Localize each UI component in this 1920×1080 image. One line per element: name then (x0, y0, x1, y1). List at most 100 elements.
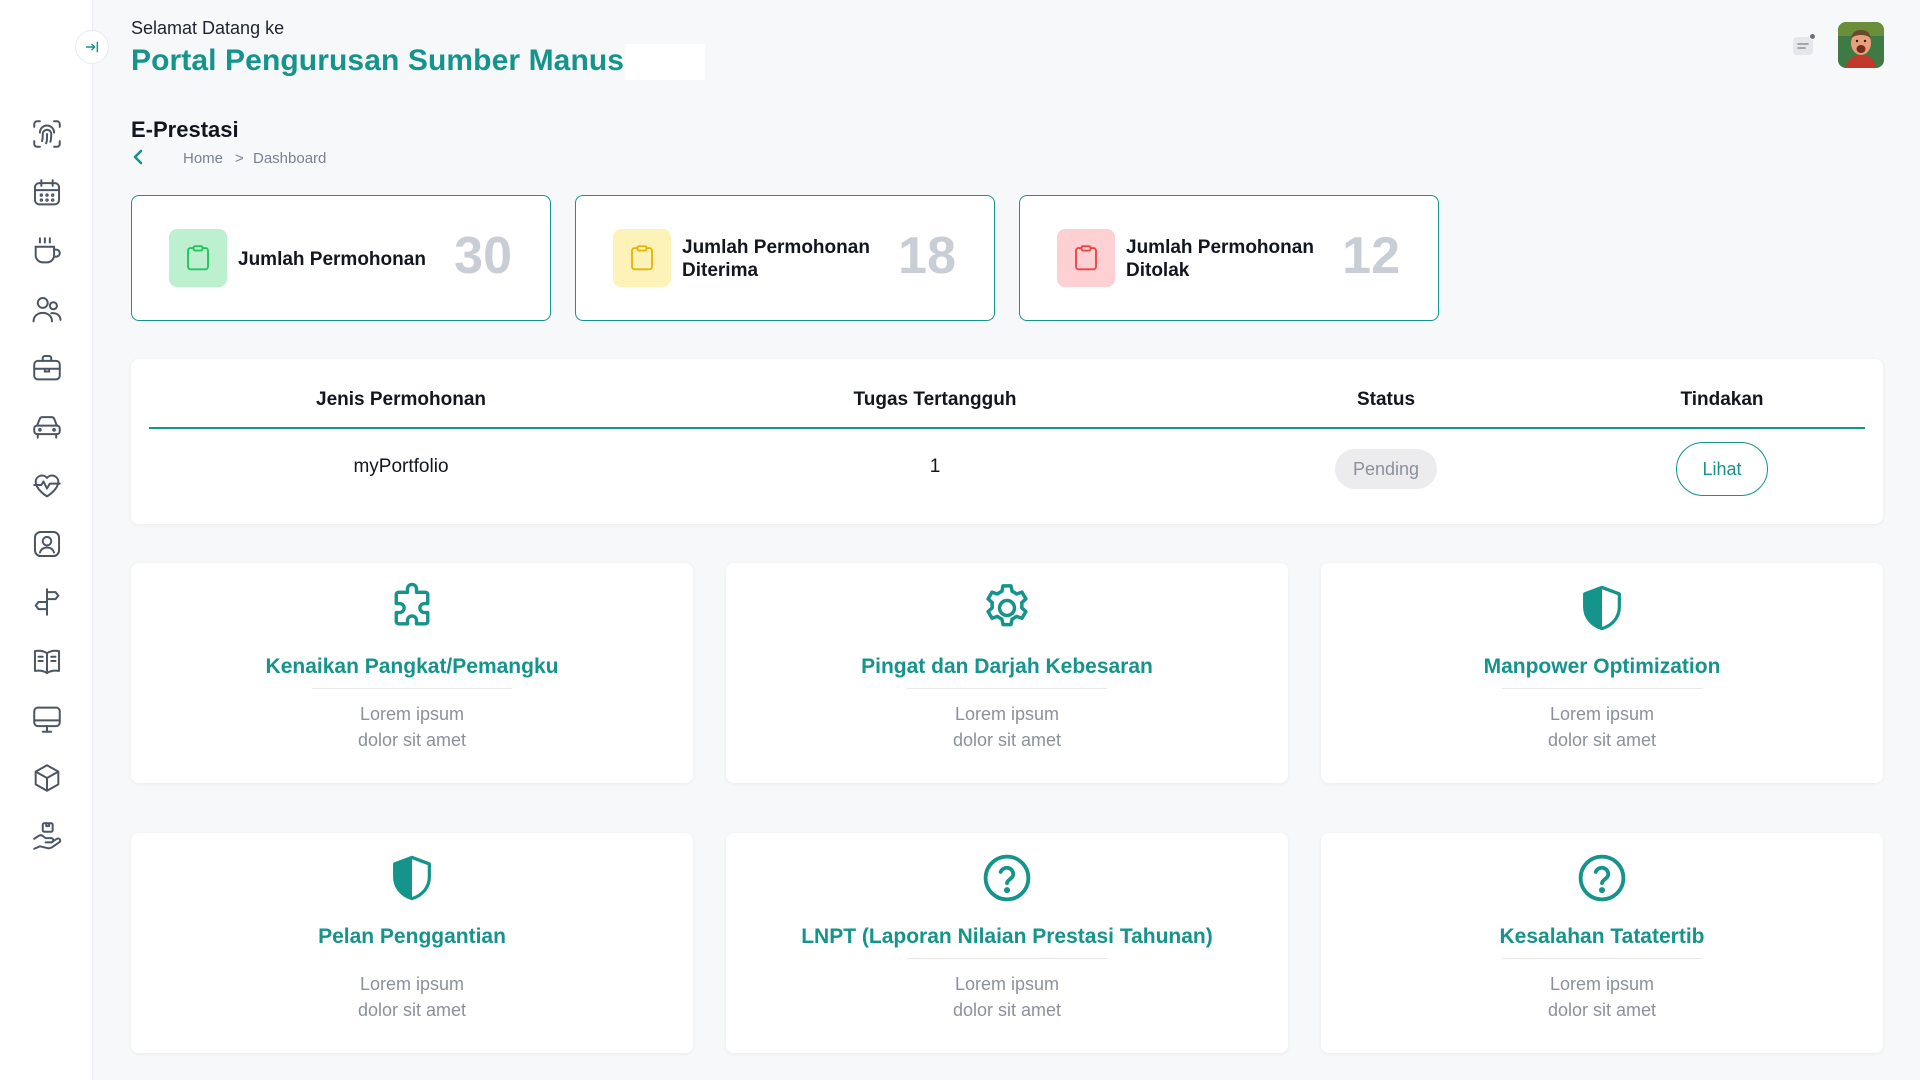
open-book-icon (33, 649, 60, 674)
cell-jenis: myPortfolio (353, 456, 449, 477)
stat-card-total: Jumlah Permohonan 30 (131, 195, 551, 321)
lihat-button[interactable]: Lihat (1676, 442, 1768, 496)
status-badge: Pending (1335, 449, 1437, 489)
module-title: Kenaikan Pangkat/Pemangku (265, 655, 559, 678)
sidebar-toggle-button[interactable] (75, 30, 109, 64)
table-divider (149, 427, 1865, 429)
arrow-right-to-line-icon (85, 41, 99, 53)
stat-label-rejected: Jumlah Permohonan Ditolak (1126, 237, 1314, 281)
module-desc-line1: Lorem ipsum (359, 974, 465, 994)
module-card-kenaikan-pangkat[interactable]: Kenaikan Pangkat/Pemangku Lorem ipsum do… (131, 563, 693, 783)
monitor-icon (32, 706, 61, 733)
sidebar-item-calendar[interactable] (0, 164, 93, 223)
module-icon-wrapper (382, 578, 442, 638)
stat-value-rejected: 12 (1342, 227, 1400, 285)
module-desc-line1: Lorem ipsum (954, 704, 1060, 724)
module-divider (907, 958, 1107, 959)
module-card-pelan-penggantian[interactable]: Pelan Penggantian Lorem ipsum dolor sit … (131, 833, 693, 1053)
id-badge-icon (33, 530, 60, 557)
breadcrumb-home[interactable]: Home (183, 150, 223, 167)
module-desc-line2: dolor sit amet (357, 730, 467, 750)
module-icon-wrapper (1572, 578, 1632, 638)
shield-icon (393, 855, 431, 901)
breadcrumb-current: Dashboard (253, 150, 327, 167)
module-desc-line2: dolor sit amet (357, 1000, 467, 1020)
module-description: Lorem ipsum dolor sit amet (726, 701, 1288, 753)
column-header-tindakan: Tindakan (1680, 389, 1764, 410)
stat-value-total: 30 (454, 227, 512, 285)
sidebar-item-attendance[interactable] (0, 105, 93, 164)
calendar-icon (33, 179, 60, 206)
module-card-manpower[interactable]: Manpower Optimization Lorem ipsum dolor … (1321, 563, 1883, 783)
module-description: Lorem ipsum dolor sit amet (1321, 971, 1883, 1023)
stat-value-accepted: 18 (898, 227, 956, 285)
puzzle-icon (394, 582, 430, 626)
sidebar-item-assets[interactable] (0, 749, 93, 808)
sidebar-item-profile[interactable] (0, 515, 93, 574)
module-description: Lorem ipsum dolor sit amet (1321, 701, 1883, 753)
sidebar-item-work[interactable] (0, 339, 93, 398)
notification-button[interactable] (1792, 33, 1816, 57)
module-card-kesalahan-tatatertib[interactable]: Kesalahan Tatatertib Lorem ipsum dolor s… (1321, 833, 1883, 1053)
question-circle-icon (1578, 854, 1626, 902)
stat-label-accepted: Jumlah Permohonan Diterima (682, 237, 870, 281)
sidebar-item-staff[interactable] (0, 281, 93, 340)
clipboard-icon (1075, 245, 1097, 271)
header-blank-area (625, 44, 705, 80)
car-icon (32, 415, 61, 439)
module-desc-line1: Lorem ipsum (1549, 974, 1655, 994)
breadcrumb-separator: > (235, 150, 244, 167)
sidebar-item-system[interactable] (0, 690, 93, 749)
module-divider (907, 688, 1107, 689)
module-description: Lorem ipsum dolor sit amet (131, 701, 693, 753)
gear-icon (986, 584, 1028, 627)
sidebar-item-health[interactable] (0, 456, 93, 515)
heart-pulse-icon (32, 474, 61, 498)
module-desc-line1: Lorem ipsum (954, 974, 1060, 994)
stat-label-total: Jumlah Permohonan (238, 249, 426, 270)
module-title: Manpower Optimization (1483, 655, 1721, 678)
cube-icon (34, 764, 59, 792)
module-divider (1502, 958, 1702, 959)
module-icon-wrapper (1572, 848, 1632, 908)
portal-title: Portal Pengurusan Sumber Manusia (131, 44, 650, 77)
signpost-icon (34, 588, 59, 616)
sidebar-item-career[interactable] (0, 573, 93, 632)
stat-card-rejected: Jumlah Permohonan Ditolak 12 (1019, 195, 1439, 321)
sidebar-item-leave[interactable] (0, 222, 93, 281)
module-description: Lorem ipsum dolor sit amet (726, 971, 1288, 1023)
back-button[interactable] (131, 148, 145, 170)
user-photo (1838, 22, 1884, 68)
users-icon (32, 296, 61, 323)
chevron-left-icon (133, 149, 143, 165)
clipboard-icon (187, 245, 209, 271)
sidebar-item-claims[interactable] (0, 807, 93, 866)
module-divider (312, 688, 512, 689)
module-icon-wrapper (382, 848, 442, 908)
module-desc-line2: dolor sit amet (1547, 1000, 1657, 1020)
breadcrumb: Home > Dashboard (131, 147, 371, 169)
module-card-lnpt[interactable]: LNPT (Laporan Nilaian Prestasi Tahunan) … (726, 833, 1288, 1053)
module-title: Pelan Penggantian (318, 925, 506, 948)
clipboard-icon (631, 245, 653, 271)
column-header-status: Status (1356, 389, 1416, 410)
module-title: Pingat dan Darjah Kebesaran (861, 655, 1153, 678)
module-icon-wrapper (977, 578, 1037, 638)
stat-icon-rejected (1057, 229, 1115, 287)
fingerprint-icon (32, 120, 61, 148)
briefcase-icon (32, 355, 61, 381)
stat-card-accepted: Jumlah Permohonan Diterima 18 (575, 195, 995, 321)
column-header-tugas: Tugas Tertangguh (853, 389, 1017, 410)
module-title: Kesalahan Tatatertib (1499, 925, 1705, 948)
sidebar-item-vehicle[interactable] (0, 398, 93, 457)
coffee-cup-icon (34, 237, 61, 264)
welcome-text: Selamat Datang ke (131, 18, 285, 38)
sidebar-item-training[interactable] (0, 632, 93, 691)
module-desc-line1: Lorem ipsum (1549, 704, 1655, 724)
module-card-pingat[interactable]: Pingat dan Darjah Kebesaran Lorem ipsum … (726, 563, 1288, 783)
page-title: E-Prestasi (131, 117, 239, 142)
stat-icon-total (169, 229, 227, 287)
module-title: LNPT (Laporan Nilaian Prestasi Tahunan) (801, 925, 1213, 948)
avatar[interactable] (1838, 22, 1884, 68)
module-icon-wrapper (977, 848, 1037, 908)
